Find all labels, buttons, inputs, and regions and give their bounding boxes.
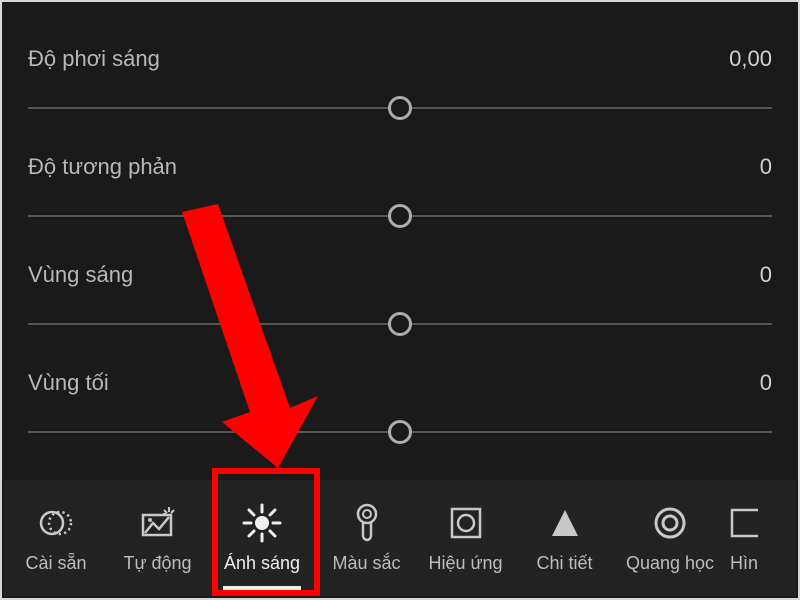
slider-shadows: Vùng tối 0	[28, 336, 772, 444]
slider-track[interactable]	[28, 420, 772, 444]
slider-thumb[interactable]	[388, 96, 412, 120]
tab-geometry[interactable]: Hìn	[726, 480, 766, 596]
slider-value: 0,00	[729, 46, 772, 72]
tab-label: Tự động	[123, 553, 191, 574]
tab-label: Hiệu ứng	[428, 553, 502, 574]
tab-label: Quang học	[626, 553, 714, 574]
tab-label: Hìn	[730, 553, 758, 574]
light-icon	[242, 503, 282, 543]
slider-thumb[interactable]	[388, 420, 412, 444]
slider-value: 0	[760, 262, 772, 288]
slider-value: 0	[760, 370, 772, 396]
detail-icon	[545, 503, 585, 543]
slider-contrast: Độ tương phản 0	[28, 120, 772, 228]
slider-label: Độ phơi sáng	[28, 46, 160, 72]
slider-thumb[interactable]	[388, 312, 412, 336]
tab-color[interactable]: Màu sắc	[317, 480, 416, 596]
tab-label: Ánh sáng	[224, 553, 300, 574]
presets-icon	[36, 503, 76, 543]
sliders-panel: Độ phơi sáng 0,00 Độ tương phản 0 Vùng s…	[2, 2, 798, 444]
tab-auto[interactable]: Tự động	[108, 480, 207, 596]
active-tab-underline	[223, 586, 301, 590]
tab-optics[interactable]: Quang học	[614, 480, 726, 596]
slider-exposure: Độ phơi sáng 0,00	[28, 12, 772, 120]
slider-track[interactable]	[28, 96, 772, 120]
optics-icon	[650, 503, 690, 543]
slider-thumb[interactable]	[388, 204, 412, 228]
effects-icon	[446, 503, 486, 543]
slider-label: Vùng sáng	[28, 262, 133, 288]
tab-label: Cài sẵn	[25, 553, 86, 574]
slider-label: Độ tương phản	[28, 154, 177, 180]
slider-track[interactable]	[28, 204, 772, 228]
tab-effects[interactable]: Hiệu ứng	[416, 480, 515, 596]
geometry-icon	[730, 503, 758, 543]
tab-label: Màu sắc	[332, 553, 400, 574]
slider-label: Vùng tối	[28, 370, 109, 396]
auto-icon	[138, 503, 178, 543]
slider-value: 0	[760, 154, 772, 180]
tab-light[interactable]: Ánh sáng	[207, 480, 317, 596]
bottom-toolbar: Cài sẵn Tự động	[4, 480, 796, 596]
color-icon	[347, 503, 387, 543]
tab-presets[interactable]: Cài sẵn	[4, 480, 108, 596]
tab-label: Chi tiết	[536, 553, 592, 574]
tab-detail[interactable]: Chi tiết	[515, 480, 614, 596]
slider-track[interactable]	[28, 312, 772, 336]
slider-highlights: Vùng sáng 0	[28, 228, 772, 336]
